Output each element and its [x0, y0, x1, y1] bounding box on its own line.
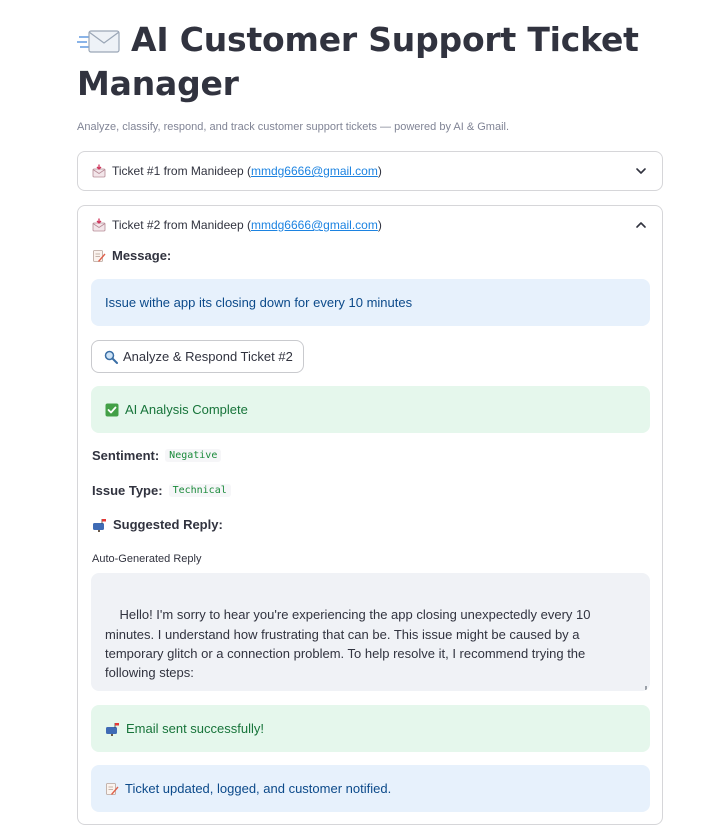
incoming-envelope-icon — [92, 218, 106, 232]
page-subtitle: Analyze, classify, respond, and track cu… — [77, 121, 510, 133]
incoming-envelope-icon — [92, 164, 106, 178]
chevron-down-icon[interactable] — [634, 164, 648, 178]
sentiment-row: Sentiment: Negative — [92, 448, 222, 463]
analyze-respond-button-label: Analyze & Respond Ticket #2 — [123, 349, 293, 364]
ticket-updated-alert: Ticket updated, logged, and customer not… — [91, 765, 650, 812]
issue-type-row: Issue Type: Technical — [92, 483, 231, 498]
chevron-up-icon[interactable] — [634, 218, 648, 232]
check-mark-icon — [105, 403, 119, 416]
ticket-1-header[interactable]: Ticket #1 from Manideep (mmdg6666@gmail.… — [92, 152, 648, 190]
message-label: Message: — [112, 248, 172, 263]
ticket-1-title: Ticket #1 from Manideep ( — [112, 164, 251, 178]
mailbox-icon — [106, 722, 119, 736]
message-box: Issue withe app its closing down for eve… — [91, 279, 650, 326]
mailbox-icon — [93, 518, 106, 532]
message-label-row: Message: — [92, 248, 171, 263]
reply-text: Hello! I'm sorry to hear you're experien… — [105, 607, 591, 681]
memo-icon — [93, 249, 106, 262]
memo-icon — [106, 782, 119, 795]
analysis-complete-alert: AI Analysis Complete — [91, 386, 650, 433]
suggested-reply-label-row: Suggested Reply: — [92, 517, 223, 532]
ticket-updated-text: Ticket updated, logged, and customer not… — [125, 781, 392, 796]
email-sent-text: Email sent successfully! — [126, 721, 264, 736]
email-sent-alert: Email sent successfully! — [91, 705, 650, 752]
auto-generated-reply-textarea[interactable]: Hello! I'm sorry to hear you're experien… — [91, 573, 650, 691]
ticket-2-title-end: ) — [377, 218, 382, 232]
magnifier-icon — [104, 350, 118, 364]
page-header: AI Customer Support Ticket Manager — [77, 18, 677, 106]
envelope-icon — [77, 30, 120, 53]
page-title: AI Customer Support Ticket Manager — [77, 18, 677, 106]
sentiment-label: Sentiment: — [92, 448, 160, 463]
resize-handle[interactable] — [645, 686, 647, 690]
ticket-1-expander[interactable]: Ticket #1 from Manideep (mmdg6666@gmail.… — [77, 151, 663, 191]
ticket-1-title-end: ) — [377, 164, 382, 178]
ticket-2-email-link[interactable]: mmdg6666@gmail.com — [251, 218, 378, 232]
ticket-2-header[interactable]: Ticket #2 from Manideep (mmdg6666@gmail.… — [92, 206, 648, 244]
reply-field-label: Auto-Generated Reply — [92, 553, 202, 565]
analyze-respond-button[interactable]: Analyze & Respond Ticket #2 — [91, 340, 304, 373]
message-text: Issue withe app its closing down for eve… — [105, 295, 413, 310]
ticket-2-expander[interactable]: Ticket #2 from Manideep (mmdg6666@gmail.… — [77, 205, 663, 825]
issue-type-value: Technical — [168, 484, 231, 497]
sentiment-value: Negative — [165, 449, 222, 462]
ticket-2-title: Ticket #2 from Manideep ( — [112, 218, 251, 232]
suggested-reply-label: Suggested Reply: — [113, 517, 223, 532]
ticket-1-email-link[interactable]: mmdg6666@gmail.com — [251, 164, 378, 178]
issue-type-label: Issue Type: — [92, 483, 163, 498]
page-title-text: AI Customer Support Ticket Manager — [77, 20, 639, 103]
analysis-complete-text: AI Analysis Complete — [125, 402, 248, 417]
